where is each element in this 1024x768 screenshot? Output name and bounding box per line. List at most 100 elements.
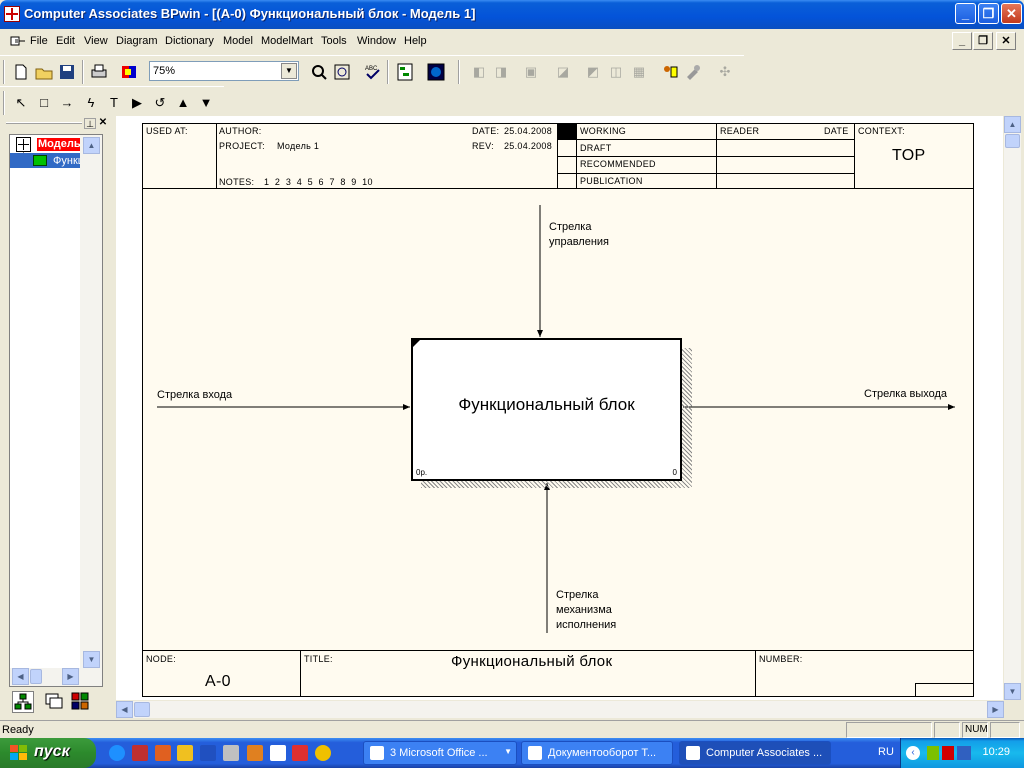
arrow-tool-icon[interactable]: → [56,92,78,114]
tray-app-icon[interactable] [927,746,939,760]
go-to-child-icon[interactable]: ▶ [126,92,148,114]
tray-expand-icon[interactable]: ‹ [906,746,920,760]
minimize-button[interactable]: _ [955,3,976,24]
scroll-up-icon[interactable]: ▲ [83,137,100,154]
tray-antivirus-icon[interactable] [942,746,954,760]
control-arrow-label[interactable]: Стрелка управления [549,220,609,250]
document-menu-icon[interactable] [10,35,26,47]
mdi-restore-button[interactable]: ❐ [973,32,993,50]
scroll-right-icon[interactable]: ▶ [62,668,79,685]
scroll-down-icon[interactable]: ▼ [1004,683,1021,700]
box-tool-icon[interactable]: □ [33,92,55,114]
zoom-select[interactable]: 75% ▼ [149,61,299,81]
function-box[interactable]: Функциональный блок 0р. 0 [411,338,682,481]
close-button[interactable]: ✕ [1001,3,1022,24]
quick-launch-app-icon[interactable] [132,745,148,761]
start-button[interactable]: пуск [0,738,96,768]
menu-file[interactable]: File [30,35,48,47]
pointer-tool-icon[interactable]: ↖ [10,92,32,114]
internet-explorer-icon[interactable] [109,745,125,761]
new-file-icon[interactable] [10,61,32,83]
spell-check-icon[interactable]: ABC [362,61,384,83]
modelmart-settings-icon[interactable] [682,61,704,83]
mdi-minimize-button[interactable]: _ [952,32,972,50]
tree-horizontal-scrollbar[interactable]: ◀ ▶ [10,668,102,686]
toolbar-grip[interactable] [3,91,5,115]
tray-network-icon[interactable] [957,746,971,760]
diagram-vertical-scrollbar[interactable]: ▲ ▼ [1004,116,1021,700]
scroll-right-icon[interactable]: ▶ [987,701,1004,718]
windows-flag-icon [10,745,27,760]
menu-window[interactable]: Window [357,35,396,47]
toolbar-grip[interactable] [3,60,5,84]
task-button-docflow[interactable]: Документооборот Т... [521,741,673,765]
project-label: PROJECT: [219,141,265,151]
notes-value: 1 2 3 4 5 6 7 8 9 10 [264,177,373,187]
scroll-left-icon[interactable]: ◀ [12,668,29,685]
save-icon[interactable] [56,61,78,83]
title-label: TITLE: [304,654,333,664]
mechanism-arrow-label[interactable]: Стрелка механизма исполнения [556,588,616,633]
media-player-icon[interactable] [315,745,331,761]
diagram-horizontal-scrollbar[interactable]: ◀ ▶ [116,701,1004,718]
activities-tab[interactable] [12,691,34,713]
context-value: TOP [892,147,926,164]
explorer-grip[interactable]: ⊥ ✕ [4,118,108,130]
output-arrow-label[interactable]: Стрелка выхода [864,387,947,402]
panel-close-icon[interactable]: ✕ [97,118,109,129]
quick-launch-app-icon[interactable] [177,745,193,761]
scroll-left-icon[interactable]: ◀ [116,701,133,718]
menu-tools[interactable]: Tools [321,35,347,47]
text-tool-icon[interactable]: T [103,92,125,114]
quick-launch-app-icon[interactable] [247,745,263,761]
clock[interactable]: 10:29 [982,746,1010,758]
zoom-fit-icon[interactable] [331,61,353,83]
print-icon[interactable] [88,61,110,83]
squiggle-tool-icon[interactable]: ϟ [80,92,102,114]
objects-tab[interactable] [70,691,92,713]
language-indicator[interactable]: RU [878,746,894,758]
modelmart-grid-icon: ▦ [632,64,646,79]
bpwin-quicklaunch-icon[interactable] [270,745,286,761]
diagrams-tab[interactable] [44,691,66,713]
scroll-thumb[interactable] [1005,134,1020,148]
modelmart-connect-icon: ✣ [719,64,731,79]
model-explorer-icon[interactable] [394,61,416,83]
scroll-thumb[interactable] [134,702,150,717]
panel-pin-icon[interactable]: ⊥ [84,118,96,129]
go-down-icon[interactable]: ▼ [195,92,217,114]
menu-help[interactable]: Help [404,35,427,47]
menu-dictionary[interactable]: Dictionary [165,35,214,47]
input-arrow-label[interactable]: Стрелка входа [157,388,232,403]
tree-item-model[interactable]: Модель 1 [37,138,80,151]
modelmart-users-icon[interactable] [659,61,681,83]
restore-button[interactable]: ❐ [978,3,999,24]
footer-page-box [915,683,974,697]
menu-edit[interactable]: Edit [56,35,75,47]
quick-launch-app-icon[interactable] [223,745,239,761]
chevron-down-icon[interactable]: ▼ [281,63,297,79]
quick-launch-app-icon[interactable] [292,745,308,761]
task-button-office[interactable]: 3 Microsoft Office ... ▼ [363,741,517,765]
open-folder-icon[interactable] [33,61,55,83]
tree-item-function[interactable]: Функциональный блок [53,155,80,167]
menu-diagram[interactable]: Diagram [116,35,158,47]
model-tree[interactable]: Модель 1 Функциональный блок ▲ ▼ ◀ ▶ [9,134,103,687]
word-icon[interactable] [200,745,216,761]
menu-model[interactable]: Model [223,35,253,47]
color-palette-icon[interactable] [118,61,140,83]
scroll-thumb[interactable] [30,669,42,684]
scroll-down-icon[interactable]: ▼ [83,651,100,668]
menu-view[interactable]: View [84,35,108,47]
tree-vertical-scrollbar[interactable]: ▲ ▼ [80,135,102,686]
quick-launch-app-icon[interactable] [155,745,171,761]
go-to-parent-icon[interactable]: ▲ [172,92,194,114]
bpwin-app-icon[interactable] [4,6,20,22]
rotate-icon[interactable]: ↺ [149,92,171,114]
model-navigator-icon[interactable] [425,61,447,83]
scroll-up-icon[interactable]: ▲ [1004,116,1021,133]
task-button-bpwin[interactable]: Computer Associates ... [679,741,831,765]
mdi-close-button[interactable]: ✕ [996,32,1016,50]
zoom-icon[interactable] [308,61,330,83]
menu-modelmart[interactable]: ModelMart [261,35,313,47]
